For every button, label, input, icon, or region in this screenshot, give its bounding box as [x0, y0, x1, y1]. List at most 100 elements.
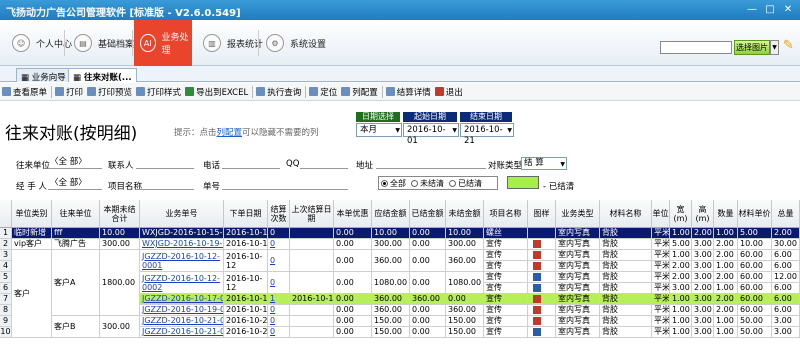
nav-settings[interactable]: ⚙ 系统设置 — [266, 20, 326, 66]
column-header[interactable]: 应结金额 — [372, 200, 410, 228]
settled-color-swatch — [507, 176, 539, 189]
cell-unpaid: 360.00 — [446, 305, 484, 316]
nav-personal-center[interactable]: ☺ 个人中心 — [12, 20, 72, 66]
column-header[interactable]: 本单优惠 — [334, 200, 372, 228]
settlement-detail-button[interactable]: 结算详情 — [385, 86, 431, 98]
nav-business[interactable]: AI 业务处理 — [134, 20, 192, 66]
merged-order[interactable]: JGZZD-2016-10-12-0001 — [140, 250, 224, 272]
page-title: 往来对账(按明细) — [5, 124, 138, 144]
column-header[interactable]: 材料名称 — [600, 200, 652, 228]
nav-basic-archive[interactable]: ▤ 基础档案 — [74, 20, 134, 66]
locate-button[interactable]: 定位 — [309, 86, 337, 98]
cell-order[interactable]: WXJGD-2016-10-19-0001 — [140, 239, 224, 250]
cell-order[interactable]: WXJGD-2016-10-15-0001 — [140, 228, 224, 239]
column-header[interactable]: 未结金额 — [446, 200, 484, 228]
project-field[interactable] — [136, 178, 194, 190]
minimize-button[interactable]: — — [744, 3, 760, 16]
radio-settled[interactable]: 已结清 — [449, 178, 482, 189]
cell-price: 5.00 — [738, 228, 772, 239]
column-header[interactable]: 项目名称 — [484, 200, 528, 228]
cell-times[interactable]: 0 — [268, 305, 290, 316]
cell-img — [528, 261, 556, 272]
view-original-button[interactable]: 查看原单 — [2, 86, 47, 98]
column-header[interactable]: 宽(m) — [670, 200, 692, 228]
cell-times[interactable]: 0 — [268, 239, 290, 250]
address-field[interactable] — [376, 157, 486, 169]
unit-field[interactable]: 〈全 部〉 — [48, 157, 102, 169]
gear-icon: ⚙ — [266, 34, 284, 52]
nav-label: 个人中心 — [36, 39, 73, 50]
column-header[interactable]: 结算次数 — [268, 200, 290, 228]
tab-business-guide[interactable]: ▦ 业务向导 — [16, 68, 71, 83]
column-header[interactable]: 已结金额 — [410, 200, 446, 228]
cell-times[interactable]: 1 — [268, 294, 290, 305]
end-date-picker[interactable]: 2016-10-21 ▼ — [460, 123, 514, 146]
start-date-label: 起始日期 — [403, 112, 457, 122]
hint-text: 提示：点击列配置可以隐藏不需要的列 — [174, 128, 319, 138]
print-preview-button[interactable]: 打印预览 — [87, 86, 132, 98]
close-button[interactable]: ✕ — [780, 3, 796, 16]
rownum-header[interactable] — [0, 200, 12, 228]
date-range-select[interactable]: 本月 ▼ — [356, 123, 402, 137]
print-style-button[interactable]: 打印样式 — [136, 86, 181, 98]
column-header[interactable]: 业务类型 — [556, 200, 600, 228]
cell-times[interactable]: 0 — [268, 228, 290, 239]
cell-w: 1.00 — [670, 294, 692, 305]
row-number: 6 — [0, 283, 12, 294]
qq-field[interactable] — [300, 157, 348, 169]
start-date-picker[interactable]: 2016-10-01 ▼ — [403, 123, 459, 146]
skin-path-field[interactable] — [660, 41, 732, 54]
table-row[interactable]: 1临时新增fff10.00WXJGD-2016-10-15-00012016-1… — [0, 228, 800, 239]
column-header[interactable]: 本期未结合计 — [100, 200, 140, 228]
column-header[interactable]: 数量 — [714, 200, 738, 228]
column-header[interactable]: 下单日期 — [224, 200, 268, 228]
cell-price: 10.00 — [738, 239, 772, 250]
brush-icon[interactable]: ✎ — [783, 38, 797, 56]
radio-all[interactable]: 全部 — [381, 178, 406, 189]
cell-qty: 1.00 — [714, 327, 738, 338]
cell-unpaid: 10.00 — [446, 228, 484, 239]
reconcile-type-select[interactable]: 结 算 ▼ — [521, 157, 567, 170]
row-number: 7 — [0, 294, 12, 305]
contact-field[interactable] — [136, 157, 194, 169]
column-header[interactable]: 材料单价 — [738, 200, 772, 228]
column-header[interactable]: 往来单位 — [52, 200, 100, 228]
cell-times[interactable]: 0 — [268, 316, 290, 327]
phone-field[interactable] — [222, 157, 280, 169]
nav-reports[interactable]: ▥ 报表统计 — [203, 20, 263, 66]
cell-order[interactable]: JGZZD-2016-10-17-0001 — [140, 294, 224, 305]
column-header[interactable]: 总量 — [772, 200, 800, 228]
merged-order[interactable]: JGZZD-2016-10-12-0002 — [140, 272, 224, 294]
column-config-button[interactable]: 列配置 — [341, 86, 378, 98]
select-image-button[interactable]: 选择图片 — [734, 40, 770, 55]
cell-price: 60.00 — [738, 283, 772, 294]
column-header[interactable]: 单位类别 — [12, 200, 52, 228]
order-field[interactable] — [222, 178, 348, 190]
print-button[interactable]: 打印 — [55, 86, 83, 98]
column-header[interactable]: 上次结算日期 — [290, 200, 334, 228]
chevron-down-icon[interactable]: ▼ — [770, 40, 779, 55]
column-config-link[interactable]: 列配置 — [217, 128, 243, 138]
cell-order[interactable]: JGZZD-2016-10-21-0002 — [140, 327, 224, 338]
radio-unsettled[interactable]: 未结清 — [411, 178, 444, 189]
exit-button[interactable]: 退出 — [434, 86, 463, 98]
cell-price: 60.00 — [738, 261, 772, 272]
export-excel-button[interactable]: 导出到EXCEL — [185, 86, 248, 98]
column-header[interactable]: 高(m) — [692, 200, 714, 228]
run-query-button[interactable]: 执行查询 — [256, 86, 301, 98]
merged-times[interactable]: 0 — [268, 250, 290, 272]
cell-qty: 2.00 — [714, 239, 738, 250]
column-header[interactable]: 业务单号 — [140, 200, 224, 228]
merged-times[interactable]: 0 — [268, 272, 290, 294]
cell-qty: 1.00 — [714, 283, 738, 294]
column-header[interactable]: 单位 — [652, 200, 670, 228]
cell-order[interactable]: JGZZD-2016-10-19-0001 — [140, 305, 224, 316]
cell-paid: 0.00 — [410, 305, 446, 316]
table-row[interactable]: 2vip客户飞腾广告300.00WXJGD-2016-10-19-0001201… — [0, 239, 800, 250]
tab-reconciliation[interactable]: ▦ 往来对账(... — [68, 68, 137, 83]
cell-times[interactable]: 0 — [268, 327, 290, 338]
column-header[interactable]: 图样 — [528, 200, 556, 228]
cell-order[interactable]: JGZZD-2016-10-21-0001 — [140, 316, 224, 327]
handler-field[interactable]: 〈全 部〉 — [48, 178, 102, 190]
maximize-button[interactable]: □ — [762, 3, 778, 16]
